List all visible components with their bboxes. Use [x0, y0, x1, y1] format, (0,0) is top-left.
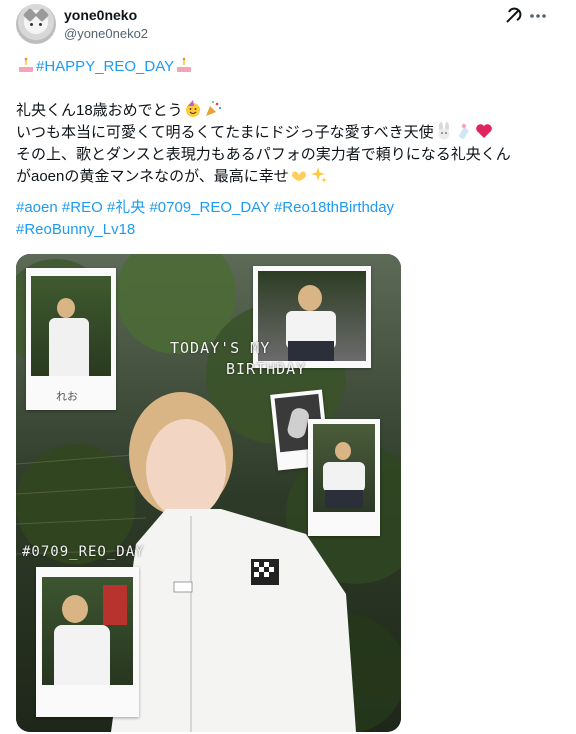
heart-emoji	[475, 122, 493, 140]
cake-emoji-2	[175, 56, 193, 74]
baby-bottle-emoji	[455, 122, 473, 140]
heart-hands-emoji	[290, 166, 308, 184]
avatar-ear-right	[34, 7, 50, 23]
overlay-text-line-1: TODAY'S MY	[170, 339, 271, 357]
more-icon[interactable]	[528, 6, 548, 26]
post-line-4: その上、歌とダンスと表現力もあるパフォの実力者で頼りになる礼央くん	[16, 144, 511, 166]
polaroid-caption: れお	[56, 390, 78, 403]
polaroid-top-left: れお	[26, 268, 116, 410]
hashtag-reo18thbirthday[interactable]: #Reo18thBirthday	[274, 199, 394, 216]
polaroid-right	[308, 419, 380, 536]
polaroid-photo-2	[258, 271, 366, 361]
post-image[interactable]: れお TODAY'S MY BIRTHDAY #0709_REO_DAY	[16, 254, 401, 732]
post-line-5: がaoenの黄金マンネなのが、最高に幸せ	[16, 166, 329, 188]
grok-icon[interactable]	[503, 6, 523, 26]
polaroid-photo-3	[313, 424, 375, 512]
polaroid-photo-4	[42, 577, 133, 685]
polaroid-photo	[31, 276, 111, 376]
hashtag-reo-jp[interactable]: #礼央	[107, 199, 145, 216]
avatar[interactable]	[16, 4, 56, 44]
hashtag-row-2: #ReoBunny_Lv18	[16, 219, 135, 241]
hashtag-reo[interactable]: #REO	[62, 199, 103, 216]
post-line-4-text: その上、歌とダンスと表現力もあるパフォの実力者で頼りになる礼央くん	[16, 146, 511, 163]
hashtag-row-1: #aoen #REO #礼央 #0709_REO_DAY #Reo18thBir…	[16, 197, 394, 219]
author-display-name[interactable]: yone0neko	[64, 7, 137, 23]
post-line-2: 礼央くん18歳おめでとう	[16, 100, 223, 122]
party-popper-emoji	[204, 100, 222, 118]
overlay-text-line-2: BIRTHDAY	[226, 360, 307, 378]
hashtag-0709-reo-day[interactable]: #0709_REO_DAY	[149, 199, 269, 216]
polaroid-bottom-left	[36, 567, 139, 717]
post-line-3-text: いつも本当に可愛くて明るくてたまにドジっ子な愛すべき天使	[16, 124, 434, 141]
cake-emoji	[17, 56, 35, 74]
party-face-emoji	[184, 100, 202, 118]
rabbit-emoji	[435, 122, 453, 140]
avatar-eye-right	[39, 23, 42, 26]
post-line-3: いつも本当に可愛くて明るくてたまにドジっ子な愛すべき天使	[16, 122, 494, 144]
post-header: yone0neko @yone0neko2	[0, 0, 576, 52]
hashtag-reobunny-lv18[interactable]: #ReoBunny_Lv18	[16, 221, 135, 238]
hashtag-aoen[interactable]: #aoen	[16, 199, 58, 216]
post-line-1: #HAPPY_REO_DAY	[16, 56, 194, 78]
avatar-eye-left	[30, 23, 33, 26]
overlay-date-tag: #0709_REO_DAY	[22, 544, 145, 560]
post-line-5-text: がaoenの黄金マンネなのが、最高に幸せ	[16, 168, 289, 185]
post-line-2-text: 礼央くん18歳おめでとう	[16, 102, 183, 119]
sparkles-emoji	[310, 166, 328, 184]
hashtag-happy-reo-day[interactable]: #HAPPY_REO_DAY	[36, 58, 174, 75]
author-handle[interactable]: @yone0neko2	[64, 26, 148, 41]
polaroid-top-right	[253, 266, 371, 368]
